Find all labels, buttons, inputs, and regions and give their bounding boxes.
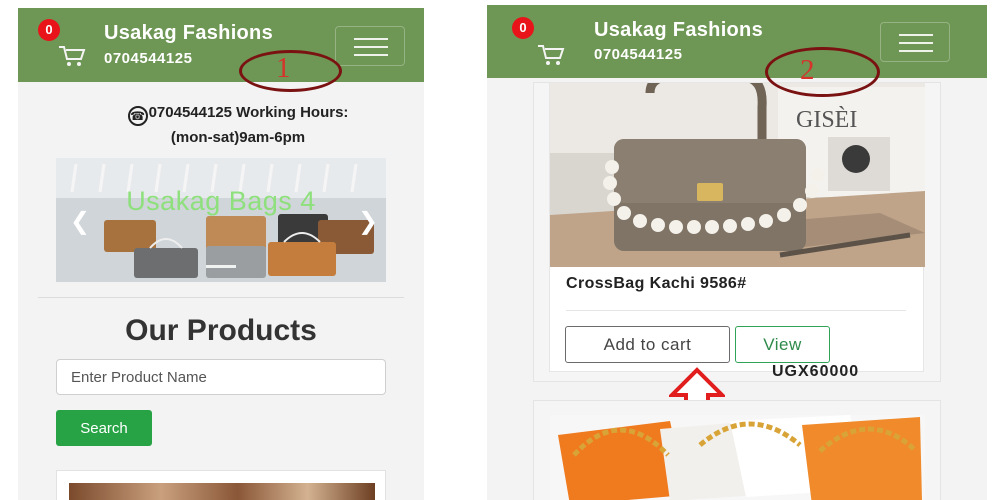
contact-hours-line2: (mon-sat)9am-6pm: [170, 129, 306, 146]
product-price: UGX60000: [772, 363, 860, 380]
product-card-preview[interactable]: [56, 470, 386, 500]
step-2-label: 2: [800, 54, 815, 86]
product-card: GISÈI CrossBag Kachi 9586# Add to cart V…: [549, 82, 925, 372]
tutorial-screenshot: 0 Usakag Fashions 0704544125 1 ☎ 07045441…: [0, 0, 1000, 500]
search-button[interactable]: Search: [56, 410, 152, 446]
product-image: [69, 483, 375, 500]
shopping-cart-icon[interactable]: [537, 43, 565, 67]
product-name[interactable]: CrossBag Kachi 9586#: [566, 275, 747, 293]
image-sign-text: GISÈI: [796, 107, 857, 133]
phone-screen-1: 0 Usakag Fashions 0704544125 1 ☎ 07045441…: [18, 8, 424, 500]
product-image: [550, 415, 925, 500]
hamburger-menu-icon[interactable]: [335, 26, 405, 66]
products-heading: Our Products: [125, 314, 317, 347]
hamburger-menu-icon[interactable]: [880, 22, 950, 62]
product-card-next[interactable]: [533, 400, 941, 500]
image-carousel[interactable]: Usakag Bags 4 ❮ ❯: [56, 158, 386, 282]
add-to-cart-button[interactable]: Add to cart: [565, 326, 730, 363]
product-image: GISÈI: [550, 83, 925, 267]
step-2-highlight: [765, 47, 880, 97]
cart-count-badge[interactable]: 0: [38, 19, 60, 41]
contact-info: ☎ 0704544125 Working Hours: (mon-sat)9am-…: [78, 101, 398, 149]
divider: [38, 297, 404, 298]
chevron-right-icon[interactable]: ❯: [358, 210, 378, 234]
carousel-image: [56, 158, 386, 282]
step-1-highlight: [239, 50, 342, 92]
contact-hours-line1: 0704544125 Working Hours:: [148, 104, 349, 121]
navbar: 0 Usakag Fashions 0704544125: [18, 8, 424, 82]
view-button[interactable]: View: [735, 326, 830, 363]
carousel-indicator[interactable]: [206, 265, 236, 268]
navbar: 0 Usakag Fashions 0704544125: [487, 5, 987, 78]
header-phone-number: 0704544125: [104, 50, 193, 67]
header-phone-number: 0704544125: [594, 46, 683, 63]
shopping-cart-icon[interactable]: [58, 44, 86, 68]
product-search-input[interactable]: [56, 359, 386, 395]
cart-count-badge[interactable]: 0: [512, 17, 534, 39]
card-divider: [566, 310, 906, 311]
chevron-left-icon[interactable]: ❮: [70, 210, 90, 234]
carousel-caption: Usakag Bags 4: [126, 186, 316, 216]
phone-screen-2: GISÈI CrossBag Kachi 9586# Add to cart V…: [487, 5, 987, 500]
step-1-label: 1: [276, 52, 291, 84]
telephone-icon: ☎: [127, 106, 148, 126]
brand-name[interactable]: Usakag Fashions: [594, 19, 763, 42]
brand-name[interactable]: Usakag Fashions: [104, 22, 273, 45]
